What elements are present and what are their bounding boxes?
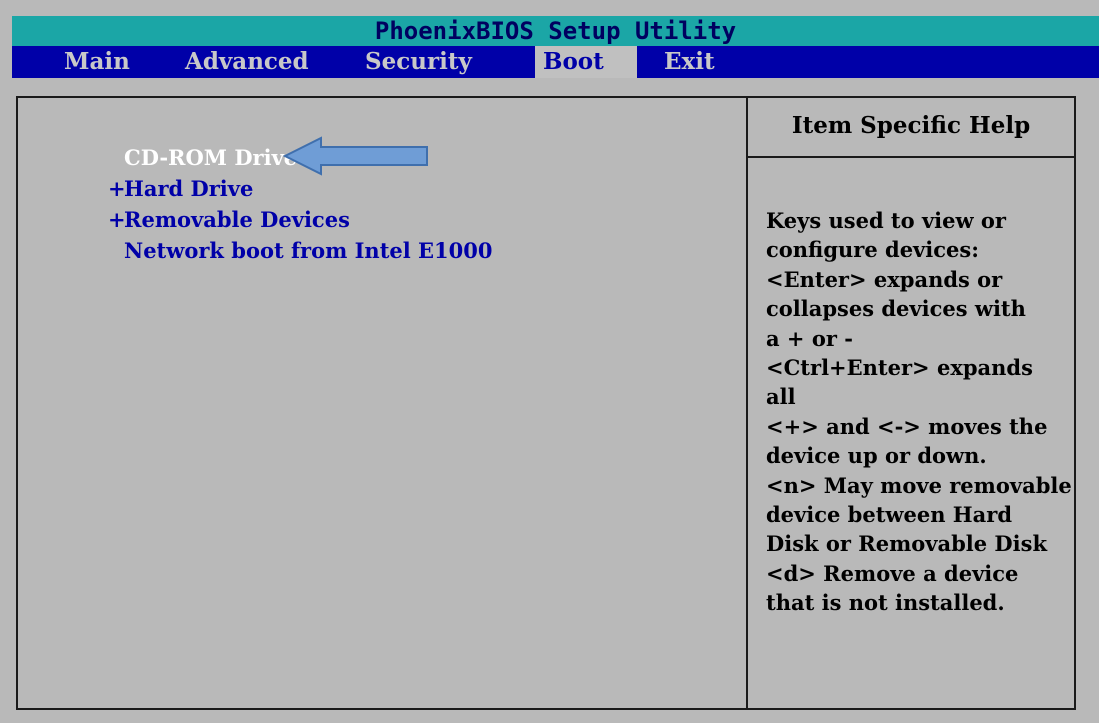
boot-item-label: Hard Drive (124, 176, 254, 201)
boot-item-label: Network boot from Intel E1000 (124, 238, 493, 263)
menu-item-boot[interactable]: Boot (535, 46, 637, 78)
annotation-arrow-icon (283, 136, 428, 176)
main-panel: CD-ROM Drive +Hard Drive +Removable Devi… (16, 96, 1076, 710)
title-bar: PhoenixBIOS Setup Utility (12, 16, 1099, 46)
panel-divider (746, 98, 748, 708)
help-title: Item Specific Help (791, 112, 1031, 139)
menu-item-main[interactable]: Main (56, 46, 138, 78)
menu-bar: Main Advanced Security Boot Exit (12, 46, 1099, 78)
boot-item-removable-devices[interactable]: +Removable Devices (108, 204, 728, 235)
boot-item-label: Removable Devices (124, 207, 350, 232)
expand-marker: + (108, 207, 126, 232)
menu-item-advanced[interactable]: Advanced (177, 46, 317, 78)
boot-item-network-boot[interactable]: Network boot from Intel E1000 (108, 235, 728, 266)
boot-item-hard-drive[interactable]: +Hard Drive (108, 173, 728, 204)
bios-screen: PhoenixBIOS Setup Utility Main Advanced … (0, 0, 1099, 723)
expand-marker: + (108, 176, 126, 201)
help-title-divider (748, 156, 1074, 158)
help-text: Keys used to view or configure devices: … (766, 208, 1072, 616)
menu-item-security[interactable]: Security (357, 46, 480, 78)
menu-item-exit[interactable]: Exit (656, 46, 723, 78)
boot-item-label: CD-ROM Drive (124, 145, 298, 170)
